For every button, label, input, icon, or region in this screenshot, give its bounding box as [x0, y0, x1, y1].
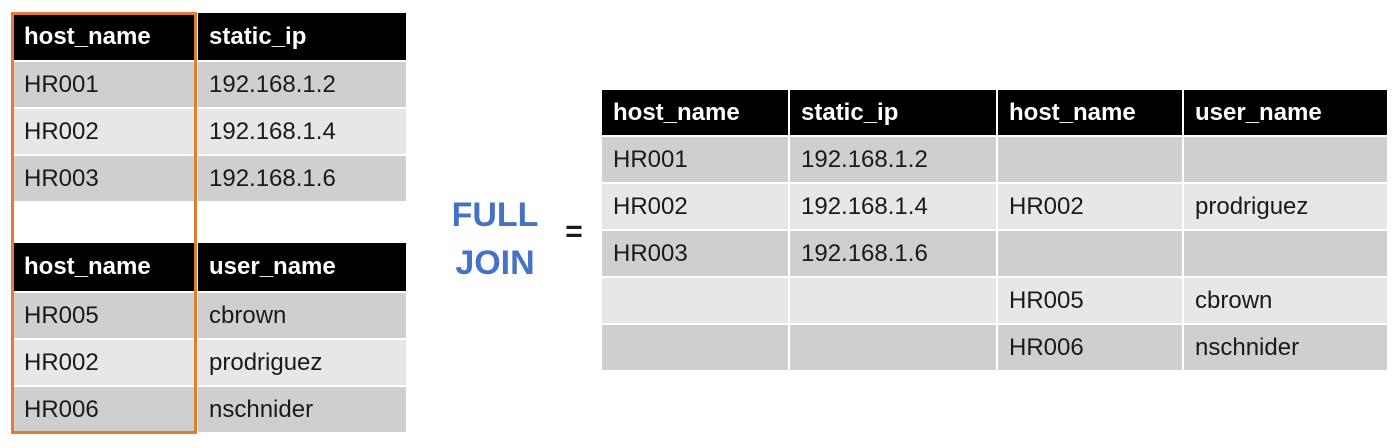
table-cell — [996, 135, 1182, 182]
table-cell: HR002 — [602, 182, 788, 229]
column-header-user-name: user_name — [196, 243, 406, 291]
table-row: HR006 nschnider — [13, 385, 406, 432]
column-header-host-name: host_name — [13, 13, 196, 60]
table-cell: 192.168.1.4 — [196, 107, 406, 154]
table-cell — [602, 323, 788, 370]
table-row: HR002 prodriguez — [13, 338, 406, 385]
table-cell: prodriguez — [1182, 182, 1387, 229]
table-row: HR002 192.168.1.4 — [13, 107, 406, 154]
equals-sign: = — [565, 215, 583, 248]
table-header-row: host_name user_name — [13, 243, 406, 291]
user-name-table: host_name user_name HR005 cbrown HR002 p… — [13, 243, 406, 432]
table-cell: 192.168.1.6 — [196, 154, 406, 201]
table-cell: HR003 — [13, 154, 196, 201]
table-row: HR003 192.168.1.6 — [13, 154, 406, 201]
table-row: HR001 192.168.1.2 — [13, 60, 406, 107]
static-ip-table: host_name static_ip HR001 192.168.1.2 HR… — [13, 13, 406, 201]
table-cell — [602, 276, 788, 323]
table-row: HR002 192.168.1.4 HR002 prodriguez — [602, 182, 1387, 229]
column-header-static-ip: static_ip — [788, 90, 996, 135]
table-cell: HR006 — [13, 385, 196, 432]
table-cell — [996, 229, 1182, 276]
table-row: HR006 nschnider — [602, 323, 1387, 370]
column-header-user-name: user_name — [1182, 90, 1387, 135]
table-cell: HR005 — [996, 276, 1182, 323]
table-cell — [788, 276, 996, 323]
table-cell — [1182, 135, 1387, 182]
table-cell: HR001 — [13, 60, 196, 107]
column-header-host-name: host_name — [13, 243, 196, 291]
table-cell: 192.168.1.2 — [196, 60, 406, 107]
table-row: HR001 192.168.1.2 — [602, 135, 1387, 182]
table-row: HR005 cbrown — [13, 291, 406, 338]
column-header-host-name: host_name — [602, 90, 788, 135]
table-cell: HR003 — [602, 229, 788, 276]
table-cell: HR002 — [13, 338, 196, 385]
table-cell: nschnider — [1182, 323, 1387, 370]
table-cell — [1182, 229, 1387, 276]
table-cell — [788, 323, 996, 370]
table-cell: 192.168.1.2 — [788, 135, 996, 182]
full-join-result-table: host_name static_ip host_name user_name … — [602, 90, 1387, 370]
table-cell: nschnider — [196, 385, 406, 432]
join-type-label: FULL JOIN — [451, 196, 539, 282]
table-cell: HR002 — [996, 182, 1182, 229]
table-cell: cbrown — [196, 291, 406, 338]
table-cell: HR006 — [996, 323, 1182, 370]
table-cell: 192.168.1.6 — [788, 229, 996, 276]
table-cell: prodriguez — [196, 338, 406, 385]
table-cell: HR002 — [13, 107, 196, 154]
table-cell: HR001 — [602, 135, 788, 182]
table-cell: cbrown — [1182, 276, 1387, 323]
table-cell: 192.168.1.4 — [788, 182, 996, 229]
table-header-row: host_name static_ip host_name user_name — [602, 90, 1387, 135]
table-row: HR003 192.168.1.6 — [602, 229, 1387, 276]
column-header-static-ip: static_ip — [196, 13, 406, 60]
table-cell: HR005 — [13, 291, 196, 338]
table-header-row: host_name static_ip — [13, 13, 406, 60]
column-header-host-name: host_name — [996, 90, 1182, 135]
table-row: HR005 cbrown — [602, 276, 1387, 323]
